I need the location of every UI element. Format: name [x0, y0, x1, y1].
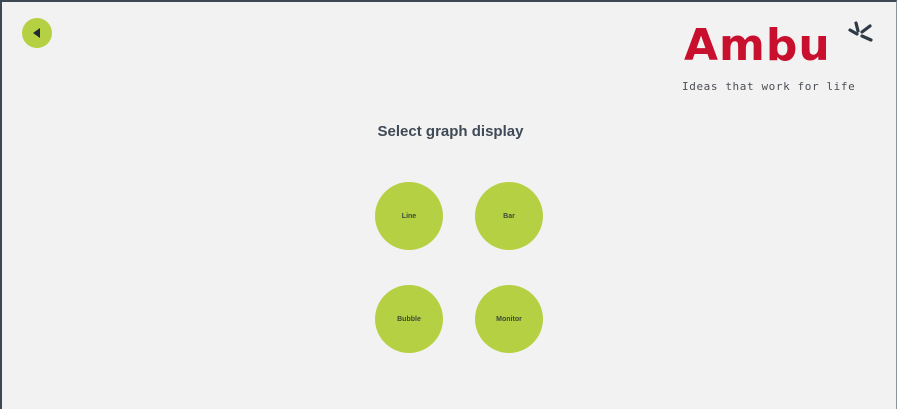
line-graph-button[interactable]: Line	[375, 182, 443, 250]
app-window: Ambu Ideas that work for life Select gra…	[0, 0, 897, 409]
page-title: Select graph display	[377, 123, 524, 140]
monitor-graph-button[interactable]: Monitor	[475, 285, 543, 353]
line-graph-label: Line	[401, 212, 417, 220]
bar-graph-button[interactable]: Bar	[475, 182, 543, 250]
bubble-graph-label: Bubble	[397, 315, 421, 323]
logo-wordmark: Ambu	[684, 20, 831, 71]
back-button[interactable]	[22, 18, 52, 48]
bubble-graph-button[interactable]: Bubble	[375, 285, 443, 353]
logo-tagline: Ideas that work for life	[682, 80, 856, 93]
ambu-logo: Ambu Ideas that work for life	[678, 20, 878, 100]
monitor-graph-label: Monitor	[496, 315, 522, 323]
logo-mark-icon	[848, 21, 873, 42]
bar-graph-label: Bar	[503, 212, 515, 220]
back-arrow-icon	[33, 28, 40, 38]
